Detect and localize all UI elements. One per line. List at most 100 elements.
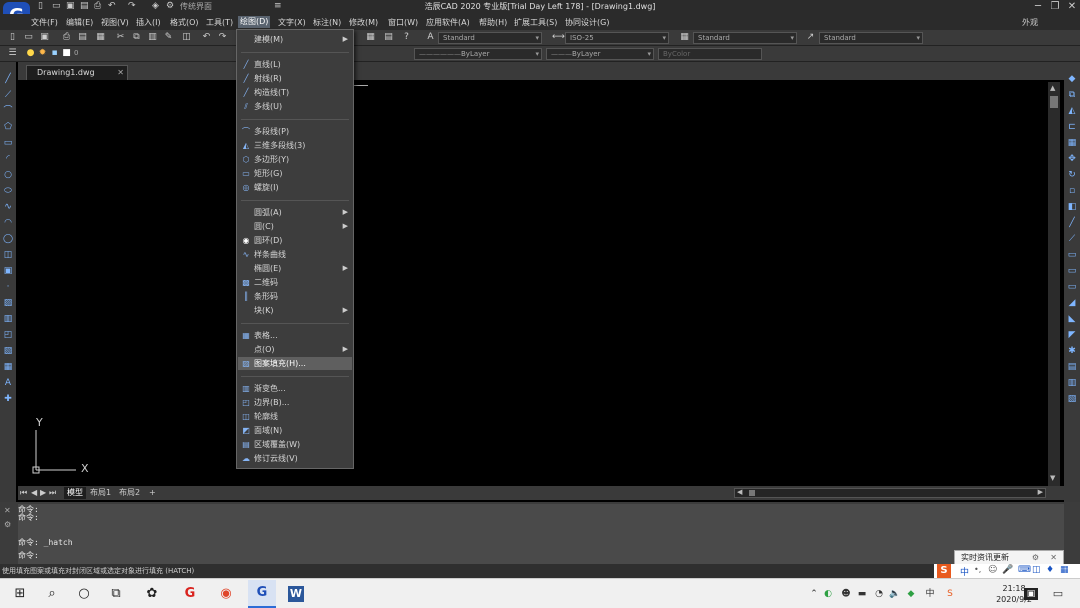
join-icon[interactable]: ▭ [1067, 282, 1077, 292]
first-tab-icon[interactable]: ⏮ [20, 487, 27, 499]
line-icon[interactable]: ╱ [3, 74, 13, 84]
help-icon[interactable]: ? [402, 33, 411, 42]
draw-menu-item[interactable]: ⌒ 多段线(P) [238, 125, 352, 138]
close-icon[interactable]: ✕ [1050, 551, 1057, 565]
rectangle-icon[interactable]: ▭ [3, 138, 13, 148]
tray-app-icon[interactable]: ◐ [822, 588, 834, 600]
paste-icon[interactable]: ▥ [148, 33, 157, 42]
arc-icon[interactable]: ◜ [3, 154, 13, 164]
scroll-left-icon[interactable]: ◀ [737, 488, 742, 496]
draw-menu-item[interactable]: ◫ 轮廓线 [238, 410, 352, 423]
dim-style-icon[interactable]: ⟷ [552, 33, 565, 42]
prev-tab-icon[interactable]: ◀ [31, 487, 37, 499]
menu-file[interactable]: 文件(F) [31, 17, 58, 28]
draw-menu-item[interactable]: ▨ 图案填充(H)... [238, 357, 352, 370]
layer-manager-icon[interactable]: ☰ [8, 49, 17, 58]
hscroll-thumb[interactable] [749, 490, 755, 496]
edit-spline-icon[interactable]: ▧ [1067, 394, 1077, 404]
fillet-icon[interactable]: ◣ [1067, 314, 1077, 324]
draw-menu-item[interactable]: ◎ 螺旋(I) [238, 181, 352, 194]
text-style-icon[interactable]: A [426, 33, 435, 42]
explode-icon[interactable]: ✱ [1067, 346, 1077, 356]
draw-menu-item[interactable]: 点(O) ▶ [238, 343, 352, 356]
battery-icon[interactable]: ▬ [856, 588, 868, 600]
mleader-style-combo[interactable]: Standard ▾ [819, 32, 923, 44]
ellipse-arc-icon[interactable]: ◠ [3, 218, 13, 228]
wifi-icon[interactable]: ◔ [873, 588, 885, 600]
block-icon[interactable]: ◫ [182, 33, 191, 42]
menu-format[interactable]: 格式(O) [170, 17, 199, 28]
notification-badge-icon[interactable]: ▣ [1024, 588, 1038, 600]
blend-icon[interactable]: ◤ [1067, 330, 1077, 340]
tab-model[interactable]: 模型 [64, 487, 86, 499]
tab-layout1[interactable]: 布局1 [90, 487, 111, 499]
extend-icon[interactable]: ⟋ [1067, 234, 1077, 244]
settings-icon[interactable]: ⚙ [1032, 551, 1039, 565]
menu-apps[interactable]: 应用软件(A) [426, 17, 470, 28]
action-center-icon[interactable]: ▭ [1052, 588, 1064, 600]
skin-icon[interactable]: ◫ [1032, 565, 1041, 575]
gradient-icon[interactable]: ▥ [3, 314, 13, 324]
cortana-icon[interactable]: ○ [76, 586, 92, 602]
draw-menu-item[interactable]: ∿ 样条曲线 [238, 248, 352, 261]
ime-indicator-icon[interactable]: 中 [924, 588, 936, 600]
chrome-icon[interactable]: ◉ [218, 586, 234, 602]
tray-sogou-icon[interactable]: S [944, 588, 956, 600]
preview-icon[interactable]: ▤ [78, 33, 87, 42]
menu-edit[interactable]: 编辑(E) [66, 17, 93, 28]
table-style-combo[interactable]: Standard ▾ [693, 32, 797, 44]
circle-icon[interactable]: ○ [3, 170, 13, 180]
menu-window[interactable]: 窗口(W) [388, 17, 418, 28]
app-icon[interactable]: ✿ [144, 586, 160, 602]
tab-add[interactable]: + [149, 487, 156, 499]
lock-icon[interactable]: ▪ [50, 49, 59, 58]
linetype-combo[interactable]: ——————ByLayer ▾ [414, 48, 542, 60]
drawing-canvas[interactable] [20, 82, 1048, 486]
draw-menu-item[interactable]: ▦ 表格... [238, 329, 352, 342]
command-input[interactable]: 命令: [18, 550, 39, 561]
scroll-right-icon[interactable]: ▶ [1038, 488, 1043, 496]
maximize-button[interactable]: ❐ [1047, 0, 1063, 14]
copy-object-icon[interactable]: ⧉ [1067, 90, 1077, 100]
draw-menu-item[interactable]: ▩ 二维码 [238, 276, 352, 289]
add-selected-icon[interactable]: ✚ [3, 394, 13, 404]
menu-text[interactable]: 文字(X) [278, 17, 306, 28]
draw-menu-item[interactable]: 建模(M) ▶ [238, 33, 352, 46]
tab-layout2[interactable]: 布局2 [119, 487, 140, 499]
windows-start-icon[interactable]: ⊞ [12, 586, 28, 602]
menu-insert[interactable]: 插入(I) [136, 17, 161, 28]
scroll-up-icon[interactable]: ▲ [1050, 84, 1055, 92]
gstarcad-mech-icon[interactable]: G [182, 586, 198, 602]
shirt-icon[interactable]: ♦ [1046, 565, 1054, 575]
appearance-menu[interactable]: 外观 [1022, 17, 1038, 28]
hatch-icon[interactable]: ▨ [3, 298, 13, 308]
draw-menu-item[interactable]: ◭ 三维多段线(3) [238, 139, 352, 152]
draw-menu-item[interactable]: ╱ 直线(L) [238, 58, 352, 71]
text-style-combo[interactable]: Standard ▾ [438, 32, 542, 44]
gstarcad-taskbar-icon[interactable]: G [248, 580, 276, 608]
draw-menu-item[interactable]: ◰ 边界(B)... [238, 396, 352, 409]
lineweight-combo[interactable]: ———ByLayer ▾ [546, 48, 654, 60]
draw-menu-item[interactable]: ║ 条形码 [238, 290, 352, 303]
break-icon[interactable]: ▭ [1067, 266, 1077, 276]
scroll-down-icon[interactable]: ▼ [1050, 474, 1055, 482]
scroll-thumb[interactable] [1050, 96, 1058, 108]
redo-icon[interactable]: ↷ [218, 33, 227, 42]
draw-menu-item[interactable]: ◉ 圆环(D) [238, 234, 352, 247]
close-icon[interactable]: ✕ [4, 506, 11, 515]
publish-icon[interactable]: ▦ [96, 33, 105, 42]
draw-menu-item[interactable]: ◩ 面域(N) [238, 424, 352, 437]
undo-icon[interactable]: ↶ [202, 33, 211, 42]
volume-icon[interactable]: 🔈 [889, 588, 901, 600]
ellipse-icon[interactable]: ⬭ [3, 186, 13, 196]
horizontal-scrollbar[interactable]: ◀ ▶ [734, 488, 1046, 498]
bulb-icon[interactable]: ● [26, 49, 35, 58]
minimize-button[interactable]: ─ [1030, 0, 1046, 14]
tray-app2-icon[interactable]: ☻ [840, 588, 852, 600]
copy-icon[interactable]: ⧉ [132, 33, 141, 42]
sun-icon[interactable]: ✹ [38, 49, 47, 58]
draw-menu-item[interactable]: 圆弧(A) ▶ [238, 206, 352, 219]
draw-menu-item[interactable]: ▥ 渐变色... [238, 382, 352, 395]
make-block-icon[interactable]: ▣ [3, 266, 13, 276]
polygon-icon[interactable]: ⬠ [3, 122, 13, 132]
